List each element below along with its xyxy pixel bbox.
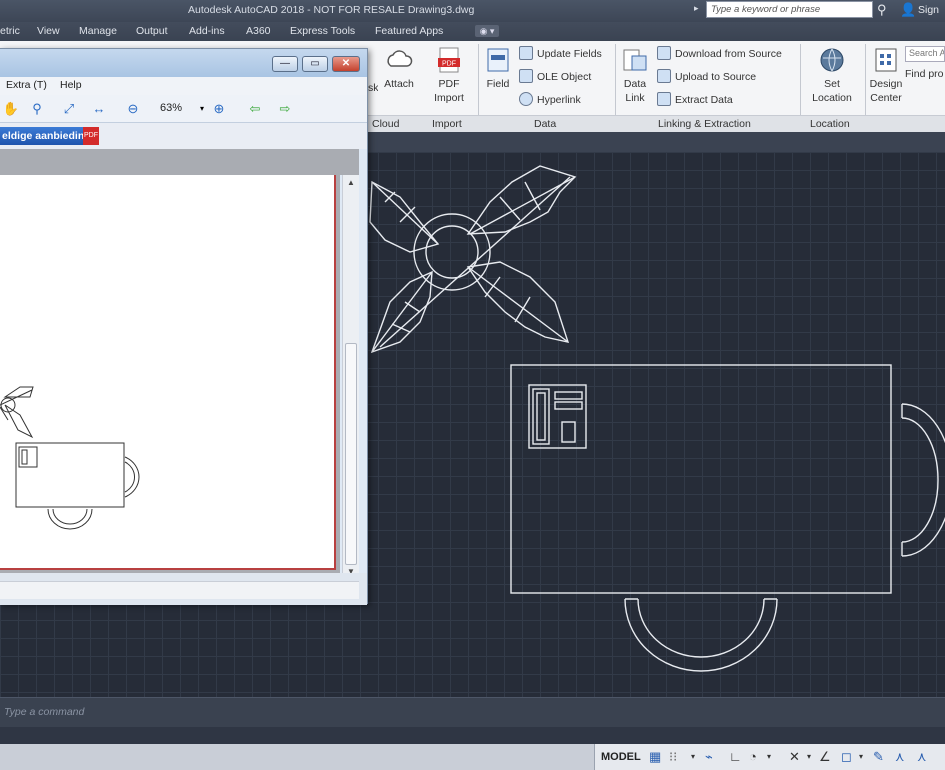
tab-overflow-button[interactable]: ◉ ▾ [475, 25, 499, 37]
set-location-button[interactable]: Set Location [806, 46, 858, 105]
viewer-menu-bar: Extra (T) Help [0, 77, 367, 95]
back-arrow-icon[interactable]: ⇦ [246, 100, 264, 118]
ole-object-icon [519, 69, 533, 83]
pdf-viewer-window[interactable]: — ▭ ✕ Extra (T) Help ✋ ⚲ ⤢ ↔ ⊖ 63% ▾ ⊕ ⇦… [0, 48, 368, 605]
pdf-import-button[interactable]: PDF PDF Import [428, 46, 470, 105]
panel-label-location: Location [810, 118, 850, 130]
tab-express-tools[interactable]: Express Tools [290, 25, 355, 37]
viewer-status-bar [0, 581, 359, 599]
pdf-page [0, 175, 336, 570]
download-icon [657, 46, 671, 60]
pdf-page-drawing [0, 386, 140, 530]
pdf-badge-icon: PDF [83, 127, 99, 145]
grid-icon[interactable]: ▦ [649, 749, 661, 765]
model-space-button[interactable]: MODEL [601, 751, 641, 763]
panel-label-cloud: Cloud [372, 118, 400, 130]
design-center-button[interactable]: Design Center [866, 46, 906, 105]
viewer-toolbar: ✋ ⚲ ⤢ ↔ ⊖ 63% ▾ ⊕ ⇦ ⇨ [0, 95, 367, 123]
hand-tool-icon[interactable]: ✋ [2, 100, 20, 118]
attach-button[interactable]: Attach [380, 46, 418, 91]
status-bar: MODEL ▦ ⁝⁝ ▾ ⌁ ∟ ◔ ▾ ✕ ▾ ∠ ◻ ▾ ✎ ⋏ ⋏ [0, 744, 945, 770]
infer-constraints-icon[interactable]: ⌁ [705, 749, 713, 765]
polar-tracking-icon[interactable]: ◔ [749, 749, 757, 764]
maximize-button[interactable]: ▭ [302, 56, 328, 72]
update-fields-icon [519, 46, 533, 60]
data-link-icon [623, 49, 647, 71]
zoom-level[interactable]: 63% [160, 102, 182, 114]
zoom-out-icon[interactable]: ⊖ [124, 100, 142, 118]
zoom-tool-icon[interactable]: ⚲ [28, 100, 46, 118]
lineweight-icon[interactable]: ∠ [819, 749, 831, 765]
design-center-icon [875, 48, 897, 72]
close-button[interactable]: ✕ [332, 56, 360, 72]
tab-featured-apps[interactable]: Featured Apps [375, 25, 443, 37]
selection-cycling-icon[interactable]: ◻ [841, 749, 852, 765]
attach-cloud-icon [387, 50, 413, 67]
annotation-scale-icon[interactable]: ⋏ [895, 749, 905, 765]
status-tray: MODEL ▦ ⁝⁝ ▾ ⌁ ∟ ◔ ▾ ✕ ▾ ∠ ◻ ▾ ✎ ⋏ ⋏ [594, 744, 945, 770]
zoom-dropdown-icon[interactable]: ▾ [193, 100, 211, 118]
tab-view[interactable]: View [37, 25, 60, 37]
data-link-button[interactable]: Data Link [618, 46, 652, 105]
tab-output[interactable]: Output [136, 25, 168, 37]
extract-data-icon [657, 92, 671, 106]
command-input[interactable]: Type a command [4, 706, 84, 718]
tab-manage[interactable]: Manage [79, 25, 117, 37]
viewer-address-bar: eldige aanbieding PDF [0, 123, 367, 149]
panel-label-linking-extraction: Linking & Extraction [658, 118, 751, 130]
menu-extra[interactable]: Extra (T) [6, 79, 47, 91]
tab-a360[interactable]: A360 [246, 25, 271, 37]
hyperlink-button[interactable]: Hyperlink [519, 91, 581, 109]
ribbon-tabs: etric View Manage Output Add-ins A360 Ex… [0, 22, 945, 41]
user-icon[interactable]: 👤 [900, 2, 916, 18]
ortho-icon[interactable]: ∟ [729, 749, 742, 764]
svg-text:PDF: PDF [442, 61, 456, 68]
hyperlink-icon [519, 92, 533, 106]
search-input[interactable]: Type a keyword or phrase [706, 1, 873, 18]
pdf-icon: PDF [438, 47, 460, 73]
viewer-page-area[interactable] [0, 175, 340, 573]
upload-icon [657, 69, 671, 83]
viewer-scrollbar[interactable]: ▲ ▼ [342, 175, 359, 581]
chair-bottom-drawing [624, 598, 778, 672]
find-search-input[interactable]: Search A [905, 46, 945, 62]
workspace-icon[interactable]: ⋏ [917, 749, 927, 765]
binoculars-icon[interactable]: ⚲ [877, 2, 887, 18]
plant-drawing [369, 165, 577, 354]
fit-width-icon[interactable]: ↔ [90, 100, 108, 118]
field-button[interactable]: Field [482, 46, 514, 91]
download-from-source-button[interactable]: Download from Source [657, 45, 782, 63]
extract-data-button[interactable]: Extract Data [657, 91, 733, 109]
tab-add-ins[interactable]: Add-ins [189, 25, 225, 37]
forward-arrow-icon[interactable]: ⇨ [276, 100, 294, 118]
ole-object-button[interactable]: OLE Object [519, 68, 591, 86]
tab-parametric[interactable]: etric [0, 25, 20, 37]
partial-button-label[interactable]: sk [368, 50, 378, 95]
fit-page-icon[interactable]: ⤢ [60, 100, 78, 118]
title-bar: Autodesk AutoCAD 2018 - NOT FOR RESALE D… [0, 0, 945, 22]
update-fields-button[interactable]: Update Fields [519, 45, 602, 63]
annotation-icon[interactable]: ✎ [873, 749, 884, 765]
find-label: Find pro [905, 68, 944, 80]
snap-icon[interactable]: ⁝⁝ [669, 749, 677, 765]
osnap-icon[interactable]: ✕ [789, 749, 800, 765]
search-dropdown-icon[interactable]: ▸ [694, 3, 699, 14]
sign-in-link[interactable]: Sign [918, 4, 939, 16]
scroll-up-icon[interactable]: ▲ [347, 178, 355, 187]
viewer-title-bar[interactable]: — ▭ ✕ [0, 49, 367, 77]
scroll-thumb[interactable] [345, 343, 357, 565]
document-tab[interactable]: eldige aanbieding [0, 127, 92, 145]
panel-label-data: Data [534, 118, 557, 130]
globe-icon [820, 48, 844, 72]
menu-help[interactable]: Help [60, 79, 82, 91]
telephone-drawing [528, 384, 587, 449]
upload-to-source-button[interactable]: Upload to Source [657, 68, 756, 86]
field-icon [487, 48, 509, 72]
minimize-button[interactable]: — [272, 56, 298, 72]
command-line[interactable]: Type a command [0, 697, 945, 727]
panel-label-import: Import [432, 118, 462, 130]
zoom-in-icon[interactable]: ⊕ [210, 100, 228, 118]
app-title: Autodesk AutoCAD 2018 - NOT FOR RESALE D… [188, 4, 475, 16]
